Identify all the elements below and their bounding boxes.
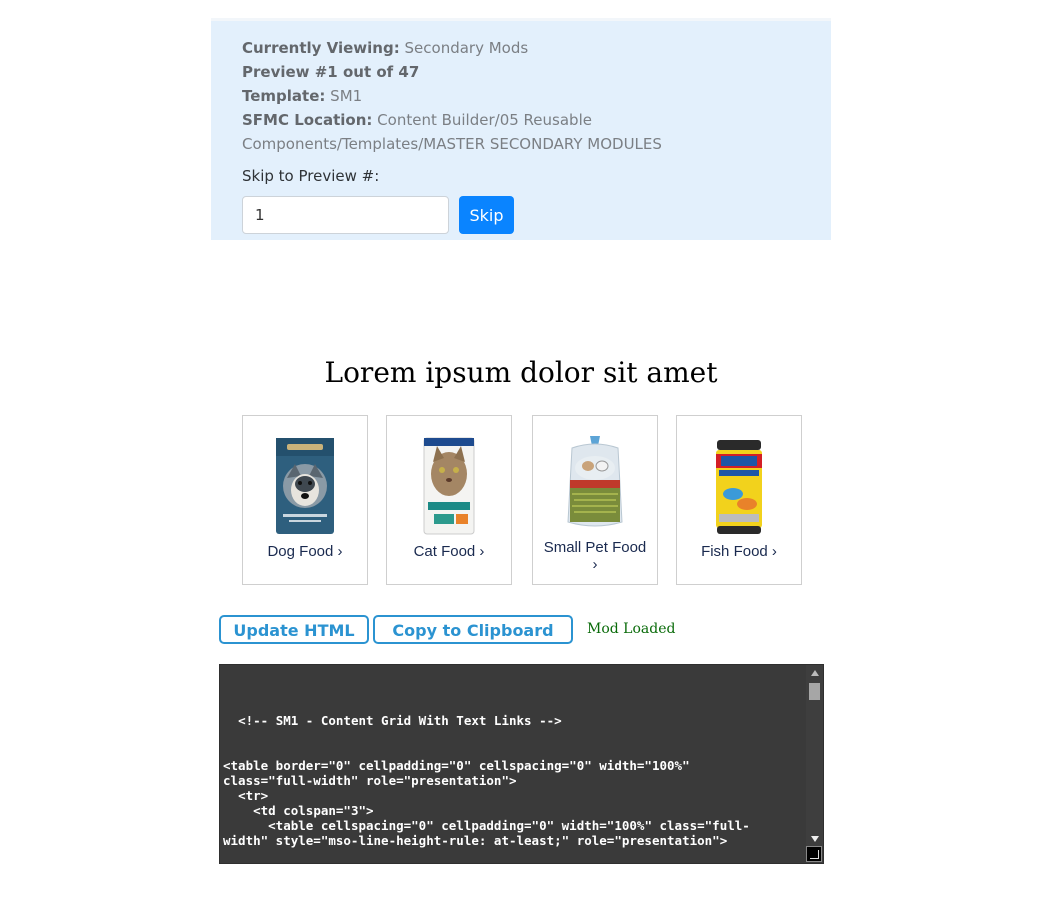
preview-info-panel: Currently Viewing: Secondary Mods Previe…	[211, 21, 831, 240]
html-code-content[interactable]: <!-- SM1 - Content Grid With Text Links …	[220, 713, 806, 848]
fish-food-can-image	[716, 440, 762, 534]
scroll-up-arrow-icon[interactable]	[811, 670, 819, 676]
preview-count-row: Preview #1 out of 47	[242, 60, 801, 84]
template-label: Template:	[242, 87, 326, 105]
skip-to-preview-label: Skip to Preview #:	[242, 167, 380, 185]
small-pet-food-label-line1: Small Pet Food	[543, 539, 647, 556]
cat-food-label[interactable]: Cat Food ›	[387, 543, 511, 560]
code-scrollbar[interactable]	[806, 665, 823, 863]
html-code-textarea[interactable]: <!-- SM1 - Content Grid With Text Links …	[219, 664, 824, 864]
product-card-dog-food[interactable]: Dog Food ›	[242, 415, 368, 585]
cat-food-bag-image	[423, 437, 475, 535]
product-card-fish-food[interactable]: Fish Food ›	[676, 415, 802, 585]
chevron-right-icon: ›	[592, 556, 598, 573]
template-row: Template: SM1	[242, 84, 801, 108]
skip-row: Skip	[242, 196, 801, 234]
dog-food-label[interactable]: Dog Food ›	[243, 543, 367, 560]
small-pet-food-bag-image	[567, 436, 623, 527]
copy-to-clipboard-button[interactable]: Copy to Clipboard	[373, 615, 573, 644]
template-value: SM1	[330, 87, 363, 105]
scroll-down-arrow-icon[interactable]	[811, 836, 819, 842]
product-card-small-pet-food[interactable]: Small Pet Food ›	[532, 415, 658, 585]
mod-loaded-status: Mod Loaded	[587, 621, 676, 637]
update-html-button[interactable]: Update HTML	[219, 615, 369, 644]
sfmc-location-row: SFMC Location: Content Builder/05 Reusab…	[242, 108, 801, 156]
small-pet-food-label[interactable]: Small Pet Food ›	[533, 539, 657, 573]
scroll-thumb[interactable]	[809, 683, 820, 700]
skip-button[interactable]: Skip	[459, 196, 514, 234]
currently-viewing-label: Currently Viewing:	[242, 39, 400, 57]
fish-food-label[interactable]: Fish Food ›	[677, 543, 801, 560]
resize-handle-icon[interactable]	[806, 846, 822, 862]
product-card-cat-food[interactable]: Cat Food ›	[386, 415, 512, 585]
dog-food-bag-image	[276, 438, 334, 534]
currently-viewing-value: Secondary Mods	[404, 39, 529, 57]
skip-preview-input[interactable]	[242, 196, 449, 234]
module-headline: Lorem ipsum dolor sit amet	[324, 356, 718, 389]
currently-viewing-row: Currently Viewing: Secondary Mods	[242, 36, 801, 60]
sfmc-location-label: SFMC Location:	[242, 111, 373, 129]
preview-count: Preview #1 out of 47	[242, 63, 420, 81]
